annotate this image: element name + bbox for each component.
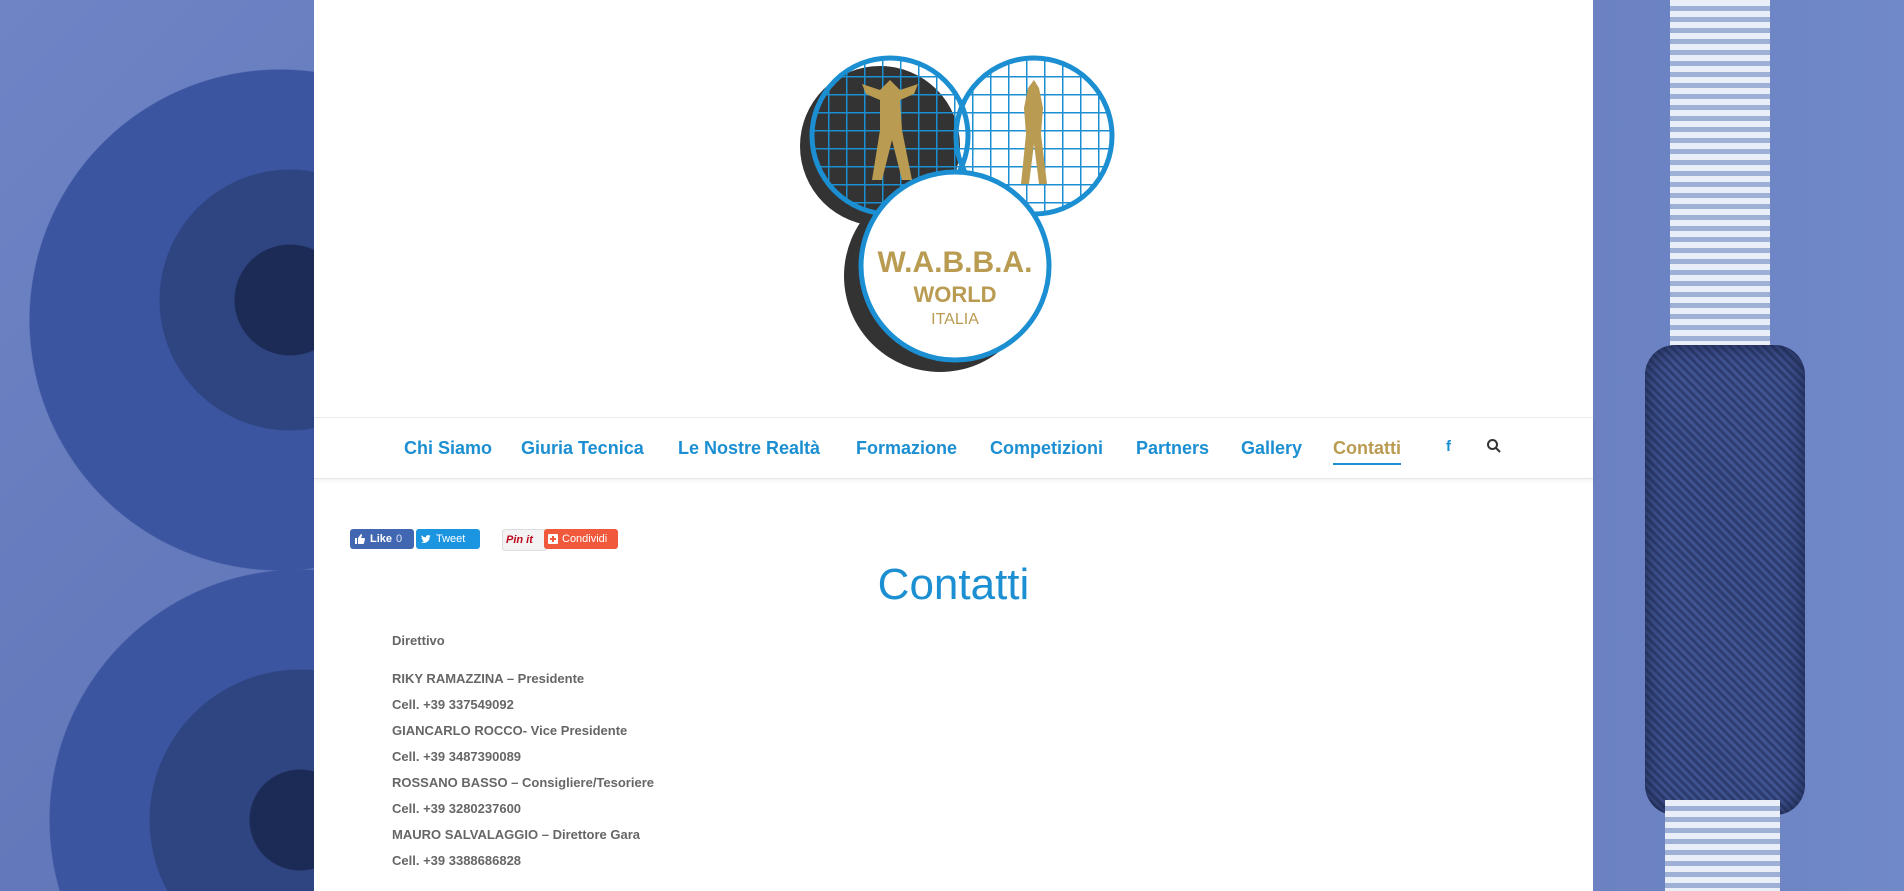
twitter-icon [421, 535, 431, 543]
nav-item-chi-siamo[interactable]: Chi Siamo [404, 438, 492, 459]
nav-item-giuria-tecnica[interactable]: Giuria Tecnica [521, 438, 644, 459]
like-count: 0 [396, 533, 403, 545]
facebook-like-button[interactable]: Like 0 [350, 529, 414, 549]
logo-line2: WORLD [913, 282, 996, 307]
contact-line: Cell. +39 3280237600 [392, 801, 522, 816]
background-dumbbell-bar [1670, 0, 1770, 360]
contact-line: Cell. +39 3388686828 [392, 853, 522, 868]
nav-item-formazione[interactable]: Formazione [856, 438, 957, 459]
page-title: Contatti [877, 560, 1030, 609]
pin-label: Pin it [506, 534, 533, 546]
share-label: Condividi [562, 533, 608, 545]
logo-line1: W.A.B.B.A. [878, 246, 1033, 279]
nav-item-contatti[interactable]: Contatti [1333, 438, 1401, 465]
contact-content: Direttivo RIKY RAMAZZINA – Presidente Ce… [392, 633, 654, 874]
logo-line3: ITALIA [931, 311, 979, 328]
plus-icon [548, 534, 558, 544]
background-weight-plates [0, 0, 314, 891]
page-container: W.A.B.B.A. WORLD ITALIA Chi Siamo Giuria… [314, 0, 1593, 891]
contact-line: RIKY RAMAZZINA – Presidente [392, 671, 585, 686]
section-heading: Direttivo [392, 633, 445, 648]
background-dumbbell-grip [1645, 345, 1805, 815]
share-button[interactable]: Condividi [544, 529, 618, 549]
site-logo[interactable]: W.A.B.B.A. WORLD ITALIA [792, 40, 1132, 380]
main-navigation: Chi Siamo Giuria Tecnica Le Nostre Realt… [314, 418, 1593, 479]
facebook-icon[interactable]: f [1446, 438, 1451, 455]
contact-line: Cell. +39 337549092 [392, 697, 514, 712]
contact-line: ROSSANO BASSO – Consigliere/Tesoriere [392, 775, 654, 790]
contact-line: GIANCARLO ROCCO- Vice Presidente [392, 723, 628, 738]
search-icon[interactable] [1486, 438, 1502, 458]
background-dumbbell-end [1665, 800, 1780, 891]
nav-item-partners[interactable]: Partners [1136, 438, 1209, 459]
tweet-label: Tweet [436, 533, 466, 545]
nav-item-gallery[interactable]: Gallery [1241, 438, 1302, 459]
contact-line: Cell. +39 3487390089 [392, 749, 522, 764]
nav-item-competizioni[interactable]: Competizioni [990, 438, 1103, 459]
thumbs-up-icon [355, 534, 365, 544]
tweet-button[interactable]: Tweet [416, 529, 480, 549]
pinterest-button[interactable]: Pin it [502, 529, 547, 551]
like-label: Like [370, 533, 393, 545]
nav-item-le-nostre-realta[interactable]: Le Nostre Realtà [678, 438, 820, 459]
contact-line: MAURO SALVALAGGIO – Direttore Gara [392, 827, 640, 842]
